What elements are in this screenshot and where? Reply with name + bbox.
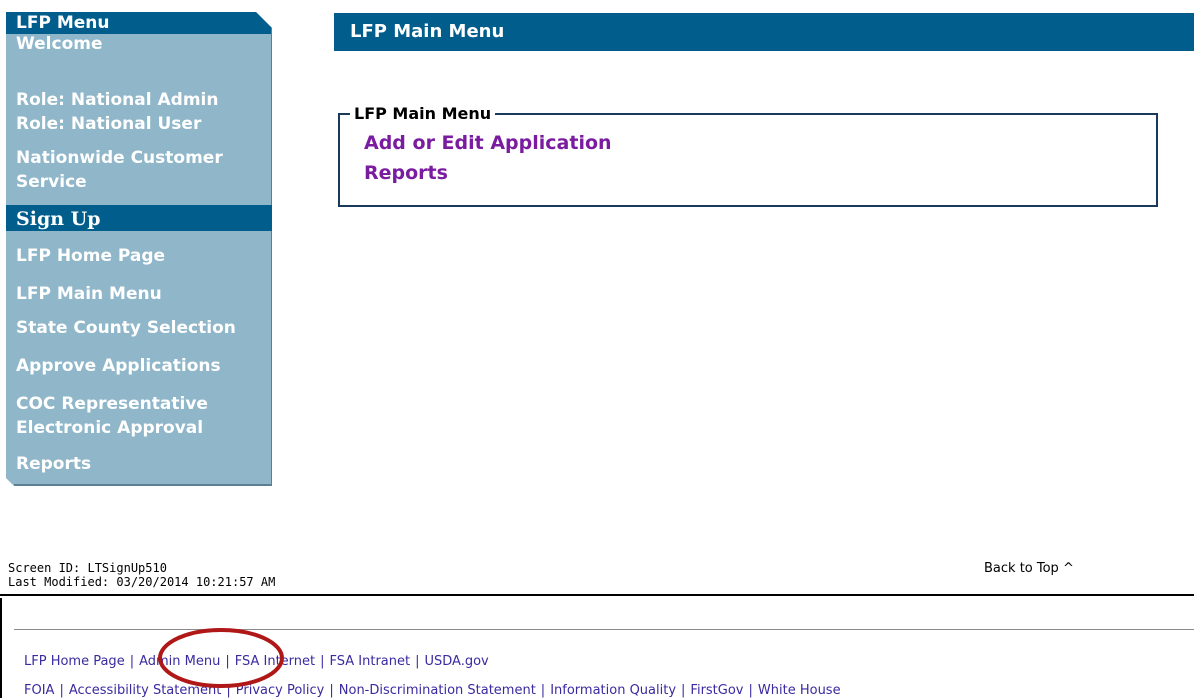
back-to-top-link[interactable]: Back to Top ^ — [984, 561, 1074, 576]
footer-separator: | — [225, 654, 230, 669]
footer-separator: | — [415, 654, 420, 669]
sidebar-item-lfp-home-page[interactable]: LFP Home Page — [16, 244, 165, 268]
sidebar-welcome: Welcome — [16, 34, 103, 54]
footer-link-lfp-home-page[interactable]: LFP Home Page — [24, 654, 125, 669]
footer-link-information-quality[interactable]: Information Quality — [550, 683, 676, 698]
last-modified-text: Last Modified: 03/20/2014 10:21:57 AM — [8, 575, 276, 589]
page-title-bar: LFP Main Menu — [334, 13, 1194, 51]
sidebar-item-coc-representative[interactable]: COC Representative — [16, 392, 208, 416]
sidebar-role-national-admin: Role: National Admin — [16, 90, 219, 110]
sidebar-title: LFP Menu — [16, 13, 110, 33]
footer-left-border — [0, 598, 2, 698]
top-frame: LFP Menu Welcome Role: National Admin Ro… — [0, 0, 1194, 596]
footer-separator: | — [748, 683, 753, 698]
sidebar-item-lfp-main-menu[interactable]: LFP Main Menu — [16, 282, 162, 306]
footer-links-row-2: FOIA | Accessibility Statement | Privacy Pol… — [24, 683, 841, 698]
footer-link-privacy-policy[interactable]: Privacy Policy — [236, 683, 325, 698]
sidebar-item-reports[interactable]: Reports — [16, 452, 91, 476]
reports-link[interactable]: Reports — [364, 160, 448, 186]
footer-frame: LFP Home Page | Admin Menu | FSA Internet | FS… — [0, 598, 1194, 698]
sidebar-item-nationwide-customer-service[interactable]: Nationwide Customer — [16, 146, 223, 170]
footer-separator: | — [226, 683, 231, 698]
footer-link-fsa-internet[interactable]: FSA Internet — [235, 654, 315, 669]
sidebar-item-state-county-selection[interactable]: State County Selection — [16, 316, 236, 340]
footer-link-usda-gov[interactable]: USDA.gov — [425, 654, 489, 669]
footer-link-firstgov[interactable]: FirstGov — [690, 683, 743, 698]
footer-separator: | — [540, 683, 546, 698]
sidebar-item-approve-applications[interactable]: Approve Applications — [16, 354, 221, 378]
add-or-edit-application-link[interactable]: Add or Edit Application — [364, 130, 612, 156]
screen-id-text: Screen ID: LTSignUp510 — [8, 561, 167, 575]
footer-link-non-discrimination-statement[interactable]: Non-Discrimination Statement — [339, 683, 536, 698]
sidebar-item-nationwide-customer-service-line2[interactable]: Service — [16, 170, 87, 194]
footer-separator: | — [320, 654, 325, 669]
main-menu-fieldset: LFP Main Menu Add or Edit Application Re… — [338, 103, 1158, 207]
footer-separator: | — [59, 683, 64, 698]
footer-separator: | — [681, 683, 686, 698]
main-menu-legend: LFP Main Menu — [350, 103, 496, 125]
footer-link-accessibility-statement[interactable]: Accessibility Statement — [69, 683, 222, 698]
footer-separator: | — [129, 654, 135, 669]
footer-link-white-house[interactable]: White House — [758, 683, 841, 698]
footer-divider — [14, 629, 1194, 630]
sidebar-role-national-user: Role: National User — [16, 114, 202, 134]
footer-links-row-1: LFP Home Page | Admin Menu | FSA Internet | FS… — [24, 654, 489, 669]
footer-link-admin-menu[interactable]: Admin Menu — [139, 654, 220, 669]
footer-link-fsa-intranet[interactable]: FSA Intranet — [330, 654, 411, 669]
footer-link-foia[interactable]: FOIA — [24, 683, 54, 698]
sidebar-section-sign-up: Sign Up — [16, 208, 101, 230]
sidebar-item-coc-electronic-approval[interactable]: Electronic Approval — [16, 416, 203, 440]
footer-separator: | — [329, 683, 334, 698]
sidebar-menu: LFP Menu Welcome Role: National Admin Ro… — [6, 12, 272, 486]
